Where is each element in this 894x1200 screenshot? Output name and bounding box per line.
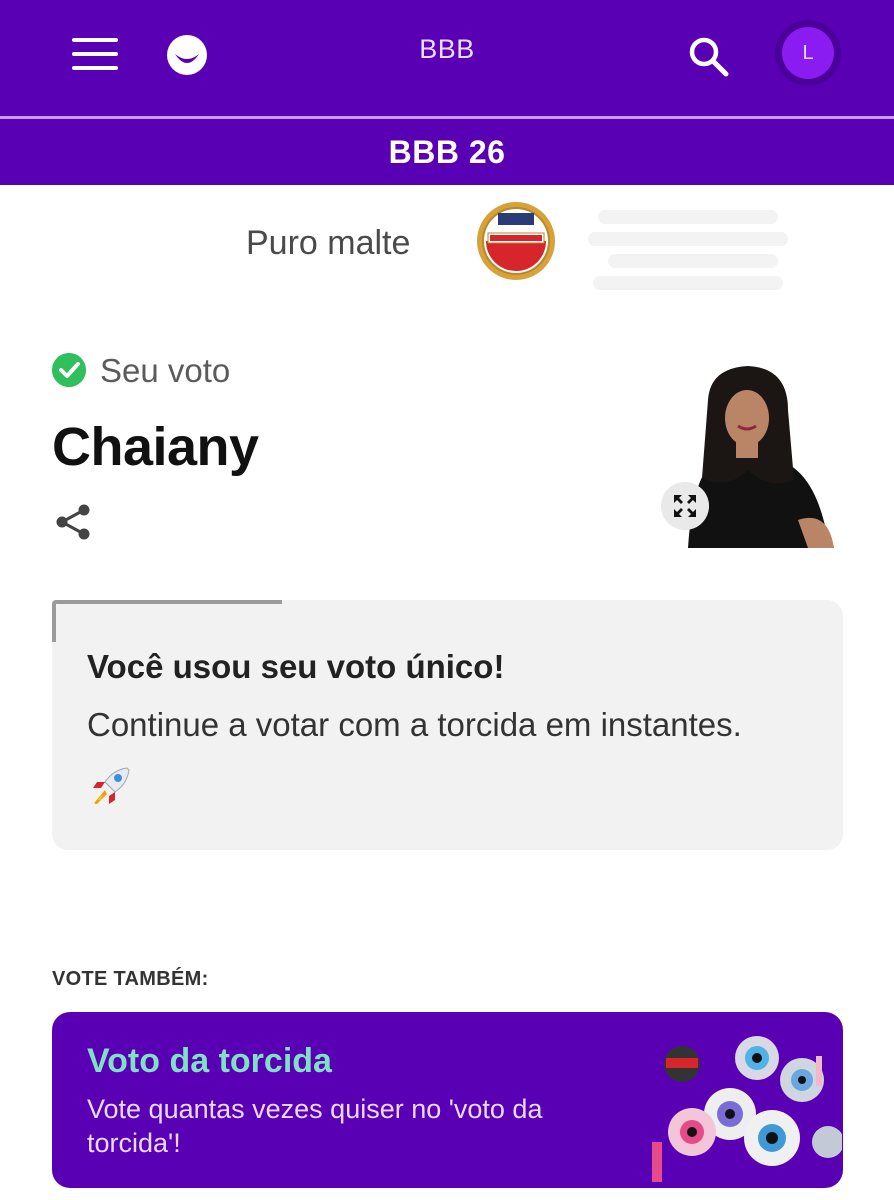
big-eye-mascots-illustration	[652, 1036, 842, 1182]
section-bar: BBB 26	[0, 119, 894, 185]
voted-participant-name: Chaiany	[52, 417, 259, 477]
share-icon[interactable]	[54, 502, 94, 542]
sponsor-tagline: Puro malte	[246, 224, 411, 262]
user-avatar[interactable]: L	[782, 27, 834, 79]
promo-title: Voto da torcida	[87, 1042, 332, 1080]
voto-da-torcida-card[interactable]: Voto da torcida Vote quantas vezes quise…	[52, 1012, 843, 1188]
rocket-emoji-icon	[93, 767, 130, 804]
check-circle-icon	[52, 353, 86, 387]
vote-also-label: VOTE TAMBÉM:	[52, 968, 209, 990]
search-icon[interactable]	[686, 34, 730, 78]
amistel-lager-logo	[477, 202, 555, 280]
vote-status-label: Seu voto	[100, 352, 231, 389]
notice-body: Continue a votar com a torcida em instan…	[87, 706, 742, 743]
card-edge	[52, 604, 56, 642]
page-title: BBB	[419, 34, 475, 64]
promo-description: Vote quantas vezes quiser no 'voto da to…	[87, 1094, 543, 1158]
top-app-bar: BBB L	[0, 0, 894, 119]
notice-heading: Você usou seu voto único!	[87, 648, 505, 685]
expand-photo-icon[interactable]	[661, 482, 709, 530]
single-vote-notice: Você usou seu voto único! Continue a vot…	[52, 600, 843, 850]
faded-sponsor-art	[588, 210, 788, 290]
countdown-progress-bar	[52, 600, 282, 604]
section-title: BBB 26	[388, 134, 506, 170]
